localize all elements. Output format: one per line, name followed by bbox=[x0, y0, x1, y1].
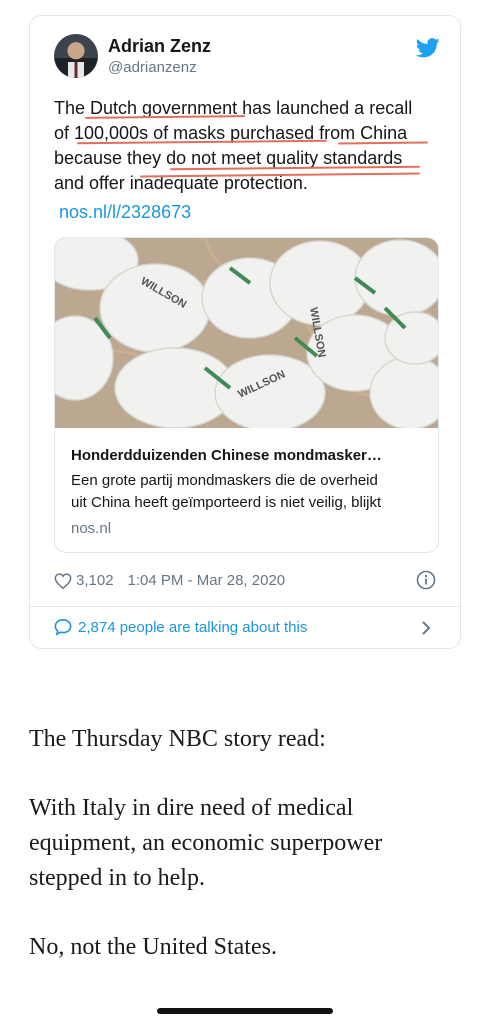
article-paragraph: The Thursday NBC story read: bbox=[29, 726, 326, 752]
tweet-link[interactable]: nos.nl/l/2328673 bbox=[59, 202, 191, 223]
chevron-right-icon[interactable] bbox=[420, 620, 432, 636]
author-name[interactable]: Adrian Zenz bbox=[108, 36, 211, 57]
link-preview-card[interactable]: WILLSON WILLSON WILLSON Honderdduizenden… bbox=[54, 237, 439, 553]
tweet-timestamp[interactable]: 1:04 PM - Mar 28, 2020 bbox=[128, 572, 286, 589]
author-avatar[interactable] bbox=[54, 34, 98, 78]
link-card-description: Een grote partij mondmaskers die de over… bbox=[71, 470, 431, 514]
article-body: The Thursday NBC story read: With Italy … bbox=[29, 722, 459, 999]
article-paragraph: With Italy in dire need of medical equip… bbox=[29, 795, 383, 891]
info-icon[interactable] bbox=[416, 570, 436, 590]
article-paragraph: No, not the United States. bbox=[29, 934, 277, 960]
twitter-bird-icon[interactable] bbox=[416, 38, 440, 58]
masks-photo: WILLSON WILLSON WILLSON bbox=[55, 238, 438, 428]
heart-icon[interactable] bbox=[54, 572, 72, 589]
divider bbox=[30, 606, 460, 607]
talking-count[interactable]: 2,874 people are talking about this bbox=[78, 619, 307, 636]
tweet-text: The Dutch government has launched a reca… bbox=[54, 96, 454, 196]
like-count[interactable]: 3,102 bbox=[76, 572, 114, 589]
masks-photo-illustration: WILLSON WILLSON WILLSON bbox=[55, 238, 438, 428]
tweet-card[interactable]: Adrian Zenz @adrianzenz The Dutch govern… bbox=[29, 15, 461, 649]
tweet-meta: 3,102 1:04 PM - Mar 28, 2020 bbox=[54, 572, 285, 589]
link-card-domain: nos.nl bbox=[71, 520, 112, 537]
link-card-description-line: Een grote partij mondmaskers die de over… bbox=[71, 472, 378, 489]
author-handle[interactable]: @adrianzenz bbox=[108, 59, 197, 76]
conversation-link[interactable]: 2,874 people are talking about this bbox=[54, 618, 307, 636]
link-card-description-line: uit China heeft geïmporteerd is niet vei… bbox=[71, 494, 382, 511]
home-indicator[interactable] bbox=[157, 1008, 333, 1014]
link-card-title[interactable]: Honderdduizenden Chinese mondmasker… bbox=[71, 447, 382, 464]
comment-bubble-icon bbox=[54, 618, 72, 636]
